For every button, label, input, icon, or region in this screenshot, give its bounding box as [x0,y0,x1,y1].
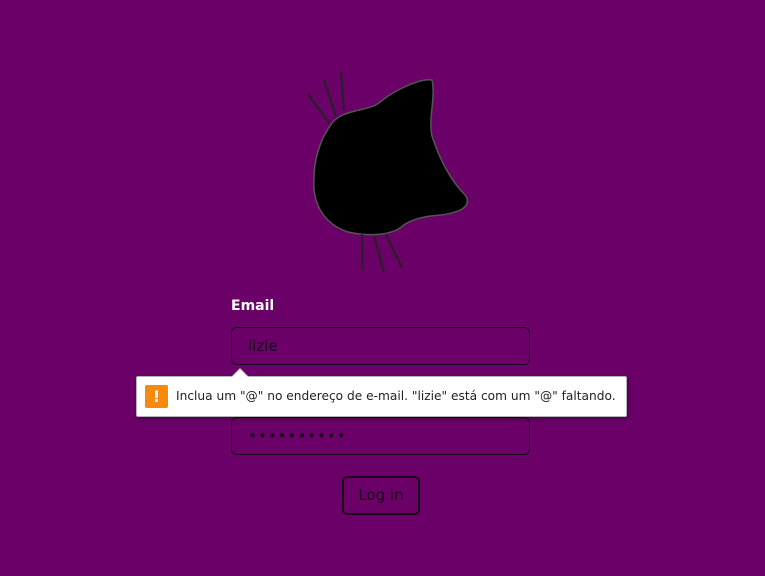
warning-icon: ! [145,385,168,408]
email-label: Email [231,298,275,314]
tooltip-message: Inclua um "@" no endereço de e-mail. "li… [176,389,616,403]
login-page: Email Log in ! Inclua um "@" no endereço… [0,0,765,576]
validation-tooltip: ! Inclua um "@" no endereço de e-mail. "… [136,368,627,417]
password-field[interactable] [231,417,530,455]
tooltip-arrow-inner [232,369,248,377]
email-field[interactable] [231,327,530,365]
login-button[interactable]: Log in [342,476,420,515]
cat-head-icon [307,71,469,273]
